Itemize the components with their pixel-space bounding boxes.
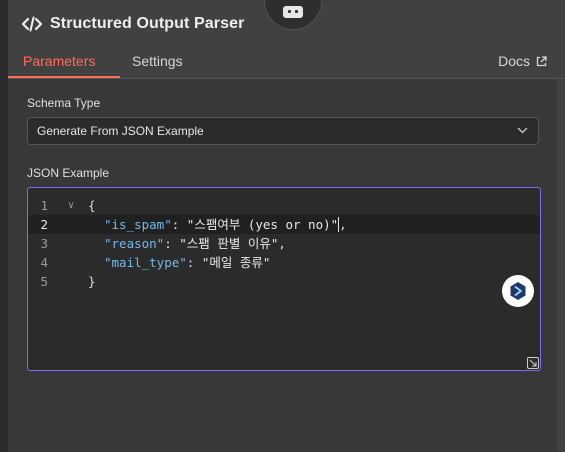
chevron-down-icon	[517, 127, 528, 134]
ai-assistant-icon	[510, 282, 526, 300]
code-line: 1 ∨ {	[28, 196, 540, 215]
tab-parameters[interactable]: Parameters	[23, 53, 95, 69]
line-number: 5	[40, 274, 48, 289]
panel-header: Structured Output Parser	[22, 15, 244, 33]
line-number: 3	[40, 236, 48, 251]
schema-type-value: Generate From JSON Example	[37, 124, 204, 138]
json-key: "mail_type"	[104, 255, 187, 270]
json-suffix: ,	[278, 236, 286, 251]
canvas-background	[0, 0, 8, 452]
fold-chevron-icon[interactable]: ∨	[68, 196, 74, 215]
schema-type-label: Schema Type	[27, 96, 101, 110]
external-link-icon	[536, 55, 547, 66]
active-tab-indicator	[8, 76, 120, 78]
json-key: "is_spam"	[104, 217, 172, 232]
ai-assistant-button[interactable]	[502, 275, 534, 307]
robot-icon	[283, 6, 303, 18]
docs-link[interactable]: Docs	[498, 53, 547, 69]
code-line: 5 }	[28, 272, 540, 291]
code-line-active: 2 "is_spam": "스팸여부 (yes or no)",	[28, 215, 540, 234]
tab-bar: Parameters Settings Docs	[8, 48, 565, 79]
code-line: 4 "mail_type": "메일 종류"	[28, 253, 540, 272]
json-value: "스팸여부 (yes or no)"	[186, 217, 339, 232]
code-icon	[22, 16, 42, 32]
resize-handle-icon[interactable]	[527, 357, 539, 369]
json-code-editor[interactable]: 1 ∨ { 2 "is_spam": "스팸여부 (yes or no)", 3…	[27, 187, 541, 371]
json-key: "reason"	[104, 236, 165, 251]
json-example-label: JSON Example	[27, 166, 110, 180]
code-line: 3 "reason": "스팸 판별 이유",	[28, 234, 540, 253]
json-suffix: ,	[339, 217, 347, 232]
code-text: {	[88, 198, 96, 213]
schema-type-select[interactable]: Generate From JSON Example	[27, 117, 539, 145]
node-badge	[264, 0, 322, 30]
line-number: 2	[40, 217, 48, 232]
node-title: Structured Output Parser	[50, 15, 245, 32]
code-text: }	[88, 274, 96, 289]
tab-settings[interactable]: Settings	[132, 53, 183, 69]
json-value: "메일 종류"	[201, 255, 271, 270]
line-number: 1	[40, 198, 48, 213]
docs-label: Docs	[498, 53, 530, 69]
line-number: 4	[40, 255, 48, 270]
json-value: "스팸 판별 이유"	[179, 236, 279, 251]
